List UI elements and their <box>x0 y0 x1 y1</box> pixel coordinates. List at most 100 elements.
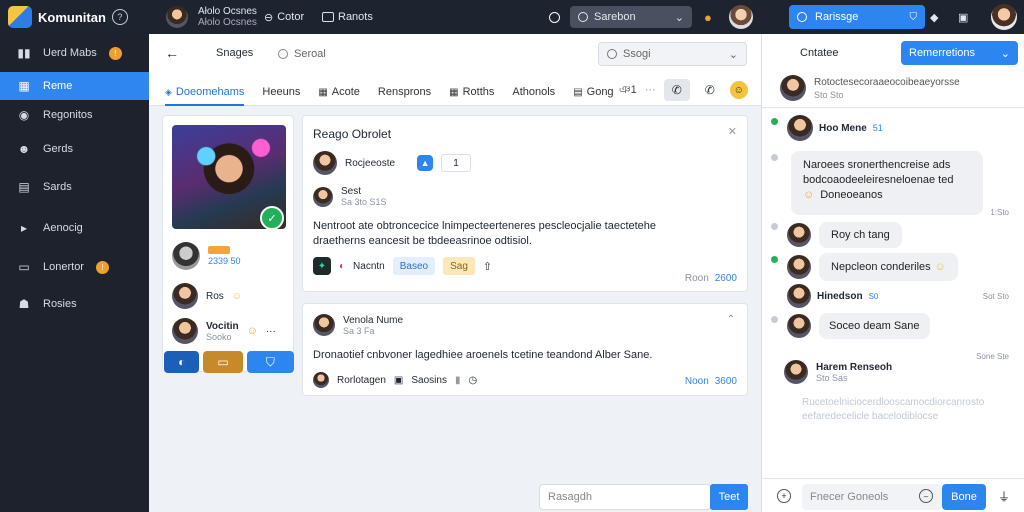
sidebar-item-lonertor[interactable]: ▭ Lonertor ! <box>0 253 149 281</box>
author-name: Rorlotagen <box>337 374 386 386</box>
bubble-line: bodcoaodeeleiresneloenae ted <box>803 174 954 186</box>
summary-text: Rotoctesecoraaeocoibeaeyorsse <box>814 76 960 88</box>
chat-sender: Hinedson <box>817 290 863 302</box>
vote-button[interactable]: ▲ <box>417 155 434 171</box>
tag-blue[interactable]: Baseo <box>392 257 436 275</box>
sidebar-item-regonitos[interactable]: ◉ Regonitos <box>0 101 149 129</box>
post-title: Venola Nume <box>343 314 404 326</box>
tab-rensprons[interactable]: Rensprons <box>378 78 431 106</box>
clock-icon[interactable]: ◷ <box>468 375 477 386</box>
tab-label: Rensprons <box>377 86 432 98</box>
target-icon: ◉ <box>18 108 30 122</box>
sidebar-item-rosies[interactable]: ☗ Rosies <box>0 290 149 318</box>
topbar-item-ranots[interactable]: Ranots <box>322 0 373 34</box>
chat-message-header[interactable]: Hoo Mene 51 <box>787 115 883 141</box>
chat-bubble: Soceo deam Sane <box>819 313 930 339</box>
bear-icon[interactable]: ● <box>704 0 712 34</box>
chat-message-header[interactable]: Hinedson S0 <box>787 284 878 308</box>
chevron-up-icon[interactable]: ⌃ <box>727 314 735 325</box>
help-icon[interactable]: ? <box>111 9 128 25</box>
member-name: Ros <box>206 290 224 302</box>
main-search-placeholder: Seroal <box>294 48 326 60</box>
profile-switcher[interactable]: Ałolo Ocsnes Ałolo Ocsnes <box>166 0 257 34</box>
close-icon[interactable]: ✕ <box>728 125 737 138</box>
tab-label: Gong <box>586 86 614 98</box>
tag-icon: ◈ <box>165 86 172 97</box>
bell-icon[interactable]: ◆ <box>930 0 938 34</box>
emoji-icon[interactable]: ☺ <box>729 81 748 99</box>
chat-time-right: Sot Sto <box>982 292 1009 301</box>
member-avatar <box>172 318 198 344</box>
table-icon: ▦ <box>449 86 459 98</box>
profile-avatar <box>166 6 188 28</box>
post-sub-row: Rocjeeoste ▲ 1 <box>313 151 472 175</box>
bubble-text: Nepcleon conderiles <box>831 261 931 273</box>
sidebar-item-reme[interactable]: ▦ Reme <box>0 72 149 100</box>
emoji-picker-icon[interactable]: – <box>919 489 933 503</box>
add-icon[interactable]: + <box>777 489 791 503</box>
profile-sub: Ałolo Ocsnes <box>198 17 257 28</box>
tag-yellow[interactable]: Sag <box>443 257 475 275</box>
tab-heeuns[interactable]: Heeuns <box>262 78 300 106</box>
chat-send-button[interactable]: Bone <box>942 484 986 510</box>
main-search[interactable]: Seroal <box>270 42 460 66</box>
image-icon: ▣ <box>393 374 404 386</box>
sidebar-item-gerds[interactable]: ☻ Gerds <box>0 135 149 163</box>
online-indicator <box>770 255 779 264</box>
avatar-button[interactable]: ◐ <box>164 351 200 373</box>
chat-message-header[interactable]: Harem Renseoh Sto Sas <box>784 360 892 384</box>
phone-icon[interactable]: ✆ <box>663 79 690 101</box>
post-meta: Sa 3 Fa <box>343 325 375 336</box>
sidebar-item-sards[interactable]: ▤ Sards <box>0 173 149 201</box>
chat-bubble: Naroees sronerthencreise ads bodcoaodeel… <box>791 151 983 215</box>
sidebar-item-uerd-mabs[interactable]: ▮▮ Uerd Mabs ! <box>0 39 149 67</box>
more-icon[interactable]: ··· <box>266 326 276 337</box>
profile-card[interactable]: Vocitin Sooko ☺ ··· <box>163 315 293 347</box>
chat-message: Nepcleon conderiles ☺ <box>787 253 958 281</box>
trash-icon[interactable]: ▮ <box>455 375 461 386</box>
tag[interactable]: Nacntn <box>353 261 385 272</box>
profile-card[interactable]: Ros ☺ <box>163 280 293 312</box>
calendar-icon: ▦ <box>18 79 30 93</box>
emoji-icon: ☺ <box>803 189 815 201</box>
gallery-button[interactable]: ▭ <box>203 351 243 373</box>
chat-message: Soceo deam Sane <box>787 313 930 339</box>
chat-avatar <box>784 360 808 384</box>
composer-input[interactable]: Rasagdh <box>539 484 711 510</box>
member-name-bar <box>208 246 230 254</box>
sidebar-item-label: Rosies <box>43 298 77 310</box>
composer-send-button[interactable]: Teet <box>710 484 748 510</box>
search-icon[interactable] <box>549 0 560 34</box>
post-author[interactable]: Sest Sa 3to S1S <box>313 186 387 207</box>
back-arrow-icon[interactable]: ← <box>165 45 179 61</box>
share-icon[interactable]: ⇧ <box>483 260 492 273</box>
post-author[interactable]: Venola Nume Sa 3 Fa <box>313 314 403 336</box>
tab-athonols[interactable]: Athonols <box>512 78 555 106</box>
tab-rotths[interactable]: ▦ Rotths <box>449 78 494 106</box>
chat-summary[interactable]: Rotoctesecoraaeocoibeaeyorsse Sto Sto <box>780 75 960 101</box>
topbar-search[interactable]: Sarebon ⌄ <box>570 6 692 28</box>
post-body: Dronaotief cnbvoner lagedhiee aroenels t… <box>313 349 653 361</box>
bubble-line-with-emoji: ☺ Doneoeanos <box>803 189 883 201</box>
tab-doeomehams[interactable]: ◈ Doeomehams <box>165 78 245 106</box>
topbar-item-cotor[interactable]: ⊖ Cotor <box>264 0 304 34</box>
more-icon[interactable]: ··· <box>645 84 656 96</box>
primary-action-label: Rarissge <box>815 11 859 23</box>
call-icon[interactable]: ✆ <box>698 79 722 101</box>
profile-card[interactable]: 2339 50 <box>163 236 293 276</box>
notifications-icon[interactable]: ▣ <box>958 0 968 34</box>
primary-action-button[interactable]: Rarissge ⛉ <box>789 5 925 29</box>
user-avatar-top[interactable] <box>729 0 753 34</box>
sidebar-item-aenocig[interactable]: ▸ Aenocig <box>0 214 149 242</box>
chat-avatar <box>787 314 811 338</box>
tab-acote[interactable]: ▦ Acote <box>318 78 360 106</box>
chat-title: Cntatee <box>800 47 839 59</box>
account-avatar[interactable] <box>991 0 1017 34</box>
filter-select[interactable]: Ssogi ⌄ <box>598 42 747 66</box>
brand[interactable]: Komunitan ? <box>8 5 128 29</box>
chat-dropdown[interactable]: Remerretions ⌄ <box>901 41 1018 65</box>
table-icon: ▦ <box>318 86 328 98</box>
microphone-icon[interactable]: ⏚ <box>998 488 1010 505</box>
tab-gong[interactable]: ▤ Gong <box>573 78 613 106</box>
shield-button[interactable]: ⛉ <box>246 351 294 373</box>
